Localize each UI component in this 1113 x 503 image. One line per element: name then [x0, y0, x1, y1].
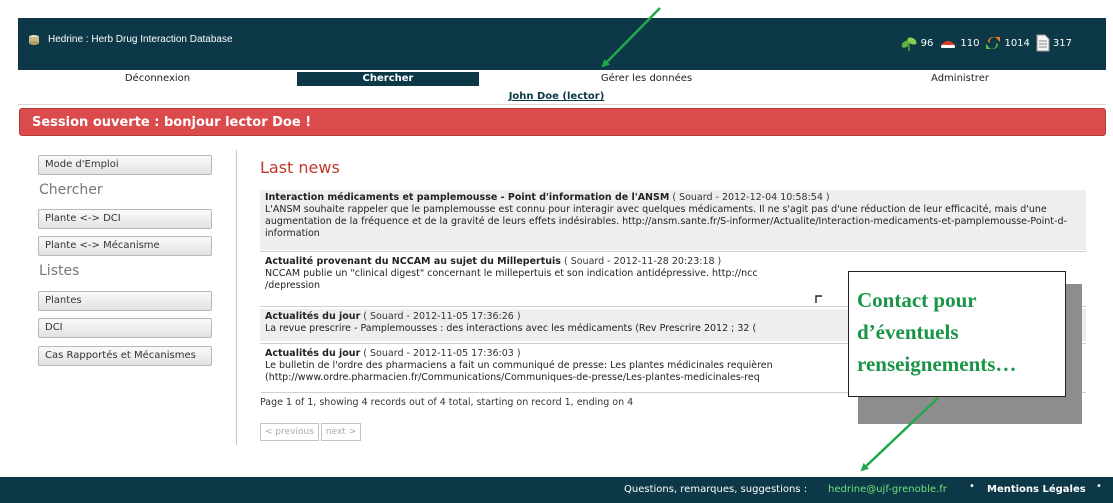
divider: [18, 104, 1106, 105]
previous-page-button[interactable]: < previous: [260, 423, 319, 441]
news-meta: ( Souard - 2012-12-04 10:58:54 ): [672, 192, 830, 203]
news-meta: ( Souard - 2012-11-05 17:36:26 ): [363, 311, 521, 322]
sidebar-divider: [236, 150, 237, 445]
footer-email-link[interactable]: hedrine@ujf-grenoble.fr: [828, 484, 947, 495]
news-title: Actualité provenant du NCCAM au sujet du…: [265, 256, 561, 267]
news-title: Interaction médicaments et pamplemousse …: [265, 192, 670, 203]
callout-line: renseignements…: [857, 352, 1017, 376]
nav-manage-data[interactable]: Gérer les données: [479, 72, 814, 86]
main-nav: Déconnexion Chercher Gérer les données A…: [18, 72, 1106, 86]
page-title: Last news: [260, 158, 340, 177]
app-title: Hedrine : Herb Drug Interaction Database: [48, 34, 233, 45]
current-user-link[interactable]: John Doe (lector): [0, 91, 1113, 102]
news-meta: ( Souard - 2012-11-28 20:23:18 ): [563, 256, 722, 267]
database-icon: [29, 35, 39, 45]
stat-drugs-value: 110: [960, 37, 980, 49]
sidebar-item-plant-mechanism[interactable]: Plante <-> Mécanisme: [38, 236, 212, 256]
pill-icon: [941, 41, 956, 48]
sidebar-heading-lists: Listes: [39, 263, 80, 279]
plant-icon: [901, 37, 917, 51]
news-item: Interaction médicaments et pamplemousse …: [260, 190, 1086, 250]
footer: Questions, remarques, suggestions : hedr…: [0, 477, 1113, 503]
news-title: Actualités du jour: [265, 311, 361, 322]
session-banner: Session ouverte : bonjour lector Doe !: [19, 108, 1106, 136]
stat-interactions: 1014: [985, 35, 1030, 51]
callout-line: d’éventuels: [857, 320, 959, 344]
stats-bar: 96 110 1014 317: [894, 34, 1072, 52]
next-page-button[interactable]: next >: [320, 423, 362, 441]
callout-line: Contact pour: [857, 288, 977, 312]
contact-callout: Contact pour d’éventuels renseignements…: [848, 271, 1066, 397]
sidebar-item-plants[interactable]: Plantes: [38, 291, 212, 311]
news-meta: ( Souard - 2012-11-05 17:36:03 ): [363, 348, 521, 359]
footer-bullet: •: [1096, 481, 1102, 492]
stat-plants: 96: [900, 35, 934, 51]
sidebar-heading-search: Chercher: [39, 182, 103, 198]
stat-interactions-value: 1014: [1004, 37, 1030, 49]
nav-logout[interactable]: Déconnexion: [18, 72, 297, 86]
sidebar-item-cases[interactable]: Cas Rapportés et Mécanismes: [38, 346, 212, 366]
app-header: Hedrine : Herb Drug Interaction Database…: [18, 18, 1106, 70]
nav-admin[interactable]: Administrer: [814, 72, 1106, 86]
session-message: Session ouverte : bonjour lector Doe !: [32, 115, 312, 130]
stat-documents-value: 317: [1052, 37, 1072, 49]
nav-search[interactable]: Chercher: [297, 72, 479, 86]
news-title: Actualités du jour: [265, 348, 361, 359]
document-icon: [1036, 34, 1050, 52]
news-body: L'ANSM souhaite rappeler que le pamplemo…: [265, 204, 1067, 239]
pagination-info: Page 1 of 1, showing 4 records out of 4 …: [260, 397, 634, 408]
interaction-arrows-icon: [986, 37, 1001, 50]
sidebar-item-dci[interactable]: DCI: [38, 318, 212, 338]
stat-plants-value: 96: [920, 37, 934, 49]
footer-questions-label: Questions, remarques, suggestions :: [624, 484, 808, 495]
legal-notice-link[interactable]: Mentions Légales: [987, 484, 1086, 495]
stat-documents: 317: [1036, 34, 1072, 52]
divider: [260, 251, 1086, 252]
footer-bullet: •: [969, 481, 975, 492]
sidebar-item-plant-dci[interactable]: Plante <-> DCI: [38, 209, 212, 229]
sidebar-item-manual[interactable]: Mode d'Emploi: [38, 155, 212, 175]
pagination: < previous next >: [260, 423, 363, 441]
stat-drugs: 110: [939, 36, 979, 50]
